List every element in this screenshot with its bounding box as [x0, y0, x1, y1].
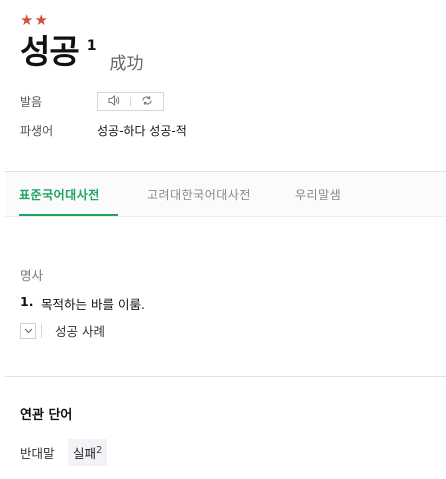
- examples-toggle-row[interactable]: 성공 사례: [20, 321, 105, 340]
- antonym-homonym-number: 2: [96, 444, 103, 456]
- headword: 성공: [20, 32, 80, 71]
- tab-korea-univ-dictionary[interactable]: 고려대한국어대사전: [147, 186, 251, 203]
- definition-number: 1.: [20, 294, 34, 309]
- pronunciation-label: 발음: [20, 95, 43, 109]
- dictionary-tabs: 표준국어대사전 고려대한국어대사전 우리말샘: [5, 172, 446, 217]
- star-rating: ★★: [20, 11, 49, 29]
- tab-standard-dictionary[interactable]: 표준국어대사전: [19, 186, 100, 203]
- active-tab-indicator: [19, 214, 118, 216]
- pronunciation-divider: [130, 97, 131, 106]
- hanja-origin: 成功: [109, 54, 144, 74]
- antonym-label: 반대말: [20, 446, 55, 461]
- section-divider: [5, 376, 446, 377]
- definition-item: 1. 목적하는 바를 이룸.: [20, 294, 145, 313]
- pronunciation-row: 발음: [20, 92, 164, 111]
- antonym-word[interactable]: 실패: [73, 446, 96, 461]
- chevron-down-icon[interactable]: [20, 322, 36, 339]
- derivatives-row: 파생어 성공-하다 성공-적: [20, 122, 187, 139]
- repeat-icon[interactable]: [139, 95, 155, 109]
- part-of-speech: 명사: [20, 268, 44, 283]
- related-words-title: 연관 단어: [20, 408, 73, 423]
- examples-label[interactable]: 성공 사례: [55, 321, 105, 340]
- derivatives-label: 파생어: [20, 124, 54, 138]
- headword-row: 성공 1 成功: [20, 32, 143, 74]
- homonym-number: 1: [86, 38, 97, 54]
- antonym-row: 반대말 실패2: [20, 439, 108, 466]
- pronunciation-controls: [97, 92, 164, 111]
- speaker-icon[interactable]: [106, 94, 122, 109]
- derivative-words[interactable]: 성공-하다 성공-적: [97, 122, 187, 139]
- tab-urimalsaem[interactable]: 우리말샘: [295, 186, 341, 203]
- antonym-chip[interactable]: 실패2: [68, 439, 108, 466]
- definition-text: 목적하는 바를 이룸.: [41, 297, 145, 312]
- examples-divider: [41, 323, 42, 338]
